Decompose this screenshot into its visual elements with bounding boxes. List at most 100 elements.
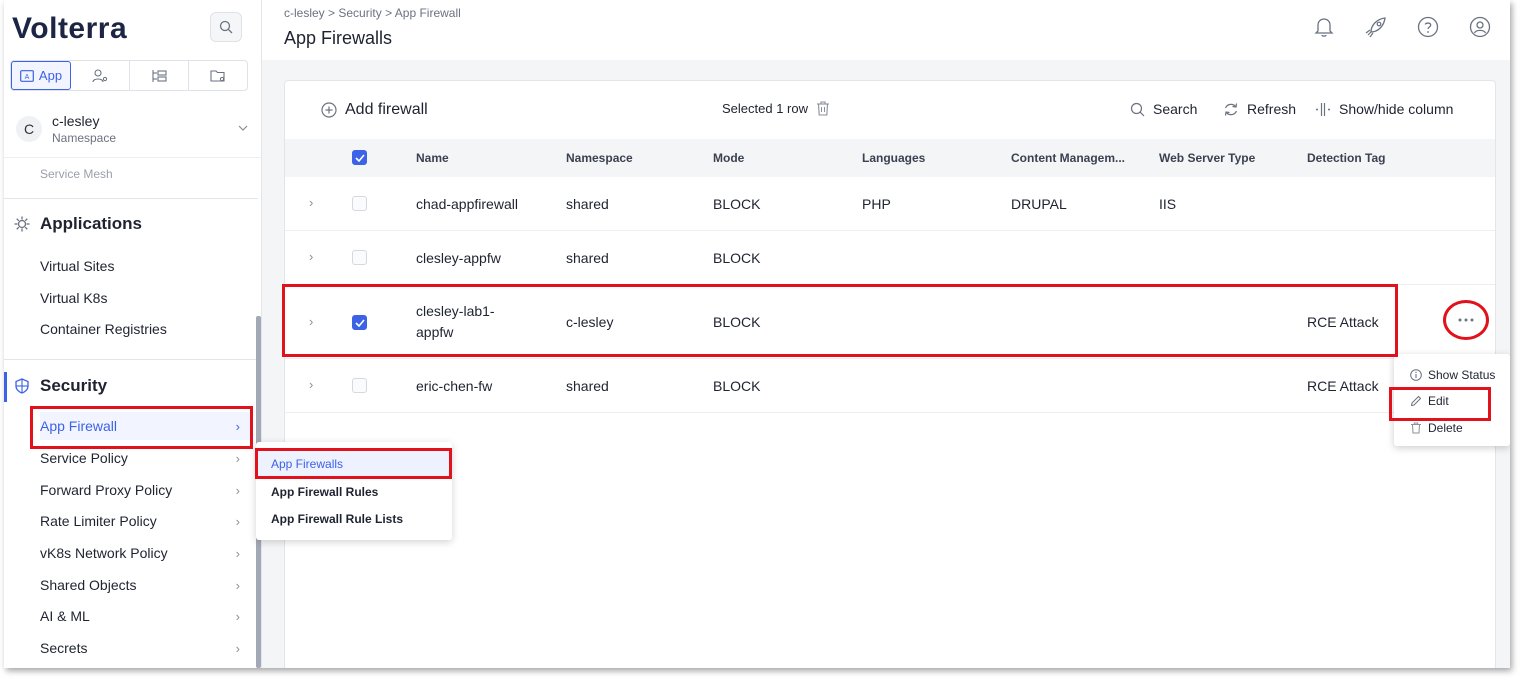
show-hide-label: Show/hide column [1339,101,1454,117]
expand-icon[interactable]: › [309,377,313,392]
column-content-management[interactable]: Content Managem... [1011,151,1125,165]
notifications-button[interactable] [1298,12,1350,42]
sidebar-item-ai-ml[interactable]: AI & ML › [40,602,252,630]
more-icon [1458,318,1474,322]
page-title: App Firewalls [284,28,393,48]
mode-switcher: A App [10,60,248,91]
row-checkbox[interactable] [352,250,367,265]
row-checkbox[interactable] [352,378,367,393]
show-hide-column-button[interactable]: Show/hide column [1315,101,1453,117]
app-icon: A [20,69,34,82]
cell-name: chad-appfirewall [416,196,518,212]
refresh-label: Refresh [1247,101,1297,117]
cell-detection-tag: RCE Attack [1307,314,1379,330]
trash-icon[interactable] [816,101,830,116]
column-mode[interactable]: Mode [713,151,744,165]
menu-item-edit[interactable]: Edit [1410,394,1449,408]
add-firewall-button[interactable]: Add firewall [321,101,428,119]
column-detection-tag[interactable]: Detection Tag [1307,151,1385,165]
sidebar-item-vk8s-network-policy[interactable]: vK8s Network Policy › [40,539,252,567]
plus-circle-icon [321,102,337,118]
pencil-icon [1410,395,1422,407]
table-row[interactable]: › eric-chen-fw shared BLOCK RCE Attack [285,359,1495,413]
sidebar-item-service-policy[interactable]: Service Policy › [40,444,252,472]
sidebar-item-app-firewall[interactable]: App Firewall › [40,412,252,440]
cell-name: clesley-appfw [416,250,501,266]
chevron-right-icon: › [235,450,240,466]
column-languages[interactable]: Languages [862,151,925,165]
sidebar-item-label: Shared Objects [40,577,137,593]
cell-name: clesley-lab1- appfw [416,301,495,343]
namespace-avatar: C [16,115,42,142]
app-window: Volterra A App C c-lesley Namespace Serv… [4,0,1510,668]
sidebar-item-container-registries[interactable]: Container Registries [40,315,252,343]
cell-namespace: c-lesley [566,314,614,330]
breadcrumb-namespace[interactable]: c-lesley [284,6,325,20]
svg-text:A: A [25,74,30,81]
search-button[interactable] [210,12,242,42]
menu-item-delete[interactable]: Delete [1410,421,1463,435]
section-applications[interactable]: Applications [14,214,142,234]
sidebar-item-virtual-k8s[interactable]: Virtual K8s [40,284,252,312]
breadcrumb-app-firewall[interactable]: App Firewall [395,6,461,20]
breadcrumb-security[interactable]: Security [338,6,381,20]
search-table-button[interactable]: Search [1130,101,1197,117]
submenu-item-app-firewall-rule-lists[interactable]: App Firewall Rule Lists [256,505,452,533]
mode-app[interactable]: A App [11,61,71,90]
search-icon [219,20,233,34]
refresh-button[interactable]: Refresh [1223,101,1296,117]
cell-mode: BLOCK [713,314,761,330]
sidebar-item-rate-limiter-policy[interactable]: Rate Limiter Policy › [40,507,252,535]
check-icon [354,318,365,327]
sidebar-item-service-mesh[interactable]: Service Mesh [40,167,113,181]
sidebar-item-label: Virtual K8s [40,290,108,306]
submenu-item-app-firewalls[interactable]: App Firewalls [256,450,452,478]
divider [4,198,258,199]
section-security[interactable]: Security [14,376,107,396]
select-all-checkbox[interactable] [352,150,367,165]
cell-detection-tag: RCE Attack [1307,378,1379,394]
sidebar-item-secrets[interactable]: Secrets › [40,634,252,662]
help-button[interactable] [1402,12,1454,42]
mode-folder[interactable] [189,61,247,90]
submenu-item-label: App Firewall Rule Lists [271,512,404,526]
cell-name-line: appfw [416,324,454,340]
chevron-right-icon: › [235,482,240,498]
launch-button[interactable] [1350,12,1402,42]
chevron-down-icon [238,125,248,131]
search-label: Search [1153,101,1198,117]
row-actions-button[interactable] [1446,306,1486,334]
table-row[interactable]: › chad-appfirewall shared BLOCK PHP DRUP… [285,177,1495,231]
column-name[interactable]: Name [416,151,449,165]
section-applications-label: Applications [40,214,143,233]
namespace-selector[interactable]: C c-lesley Namespace [4,100,262,158]
table-row-selected[interactable]: › clesley-lab1- appfw c-lesley BLOCK RCE… [285,285,1495,359]
sidebar-item-label: Forward Proxy Policy [40,482,173,498]
mode-tree[interactable] [130,61,189,90]
sidebar-item-virtual-sites[interactable]: Virtual Sites [40,252,252,280]
submenu-item-app-firewall-rules[interactable]: App Firewall Rules [256,478,452,506]
row-checkbox[interactable] [352,196,367,211]
column-web-server-type[interactable]: Web Server Type [1159,151,1255,165]
breadcrumb-separator: > [385,6,395,20]
sidebar-item-forward-proxy-policy[interactable]: Forward Proxy Policy › [40,476,252,504]
mode-app-label: App [38,68,63,83]
table-row[interactable]: › clesley-appfw shared BLOCK [285,231,1495,285]
table-toolbar: Add firewall Selected 1 row Search Refre… [285,81,1495,139]
column-namespace[interactable]: Namespace [566,151,633,165]
sidebar-item-label: Virtual Sites [40,258,115,274]
sidebar-item-shared-objects[interactable]: Shared Objects › [40,571,252,599]
cell-languages: PHP [862,196,891,212]
expand-icon[interactable]: › [309,249,313,264]
profile-button[interactable] [1454,12,1506,42]
cell-server: IIS [1159,196,1177,212]
breadcrumb: c-lesley > Security > App Firewall [284,6,461,20]
sidebar-item-label: vK8s Network Policy [40,545,168,561]
expand-icon[interactable]: › [309,195,313,210]
expand-icon[interactable]: › [309,314,313,329]
chevron-right-icon: › [235,640,240,656]
mode-users[interactable] [71,61,130,90]
row-checkbox[interactable] [352,315,367,330]
submenu-item-label: App Firewalls [271,457,344,471]
menu-item-show-status[interactable]: Show Status [1410,368,1495,382]
